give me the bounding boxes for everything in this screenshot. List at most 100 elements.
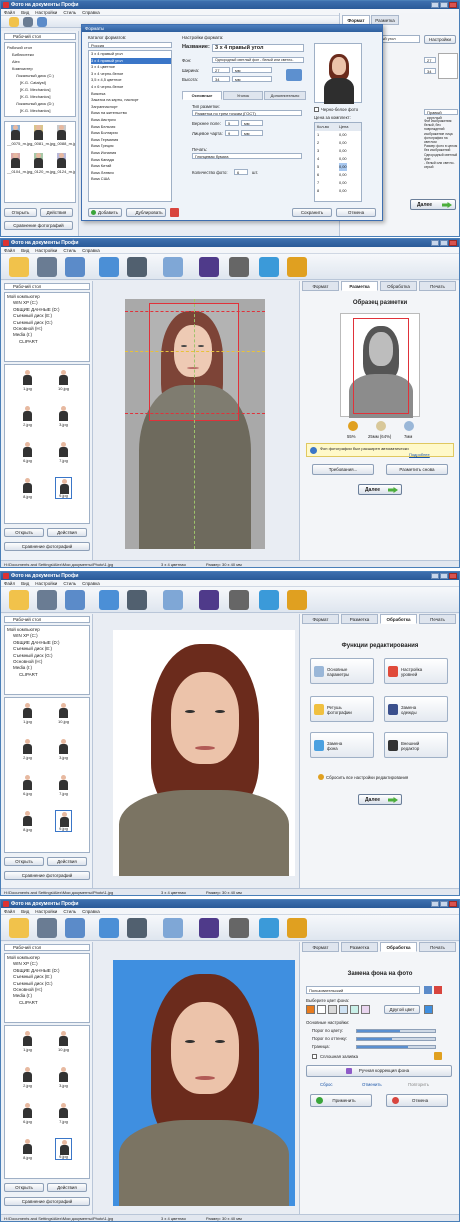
color-swatch-lilac[interactable] (361, 1005, 370, 1014)
tab-markup[interactable]: Разметка (341, 614, 378, 624)
format-item[interactable]: Виза Бельгия (91, 124, 171, 131)
cancel-button[interactable]: Отмена (336, 208, 376, 217)
thumbnail[interactable]: 1.jpg (19, 369, 36, 391)
tab-format[interactable]: Формат (302, 942, 339, 952)
thumbnail[interactable]: 6.jpg (19, 441, 36, 463)
screen-icon[interactable] (163, 257, 183, 277)
price-row[interactable]: 2 0,00 (315, 139, 361, 147)
tree-node[interactable]: [K.G. Catalyst] (7, 79, 73, 86)
next-button[interactable]: Далее (358, 484, 402, 495)
tab-processing[interactable]: Обработка (380, 281, 417, 291)
cart-icon[interactable] (287, 918, 307, 938)
thumbnail[interactable]: 2.jpg (19, 1066, 36, 1088)
format-item[interactable]: Виза Латвия (91, 170, 171, 177)
menu-settings[interactable]: Настройки (35, 10, 57, 15)
actions-button[interactable]: Действия (40, 208, 73, 217)
name-field[interactable]: 3 x 4 правый угол (212, 44, 304, 52)
tree-node[interactable]: [K.G. Mechanics] (7, 107, 73, 114)
thumbnail[interactable]: 2.jpg (19, 405, 36, 427)
left-margin-field[interactable]: 9 (225, 130, 239, 136)
maximize-button[interactable] (440, 901, 448, 907)
film-icon[interactable] (229, 590, 249, 610)
tree-node[interactable]: CLIPART (7, 1000, 87, 1006)
next-button[interactable]: Далее (410, 199, 456, 210)
tab-markup[interactable]: Разметка (341, 942, 378, 952)
reset-link[interactable]: Сброс (320, 1082, 333, 1087)
color-swatch-mint[interactable] (350, 1005, 359, 1014)
tab-print[interactable]: Печать (419, 614, 456, 624)
thumbnail-selected[interactable]: 9.jpg (55, 477, 72, 499)
next-button[interactable]: Далее (358, 794, 402, 805)
open-button[interactable]: Открыть (4, 1183, 44, 1192)
background-button[interactable]: Замена фона (310, 732, 374, 758)
export-icon[interactable] (259, 257, 279, 277)
menu-file[interactable]: Файл (4, 581, 15, 586)
format-item[interactable]: Виза Австрия (91, 117, 171, 124)
desc-field[interactable]: Однородный светлый фон - белый или светл… (212, 57, 304, 63)
menu-style[interactable]: Стиль (63, 581, 76, 586)
thumbnail[interactable]: 3.jpg (55, 738, 72, 760)
manual-correction-button[interactable]: Ручная коррекция фона (306, 1065, 452, 1077)
menu-view[interactable]: Вид (21, 248, 29, 253)
folder-select[interactable]: Рабочий стол (4, 33, 76, 40)
other-color-button[interactable]: Другой цвет (384, 1005, 420, 1014)
external-editor-button[interactable]: Внешний редактор (384, 732, 448, 758)
tree-node[interactable]: Компьютер (7, 65, 73, 72)
thumbnail[interactable]: 7.jpg (55, 441, 72, 463)
menu-view[interactable]: Вид (21, 909, 29, 914)
levels-button[interactable]: Настройка уровней (384, 658, 448, 684)
open-folder-icon[interactable] (9, 17, 19, 27)
save-icon[interactable] (37, 257, 57, 277)
right-corner-select[interactable]: Правый круглый (424, 109, 458, 120)
bw-checkbox[interactable] (314, 107, 319, 112)
menu-style[interactable]: Стиль (63, 10, 76, 15)
maximize-button[interactable] (440, 573, 448, 579)
open-button[interactable]: Открыть (4, 208, 37, 217)
height-field[interactable]: 34 (212, 76, 230, 82)
compare-button[interactable]: Сравнение фотографий (4, 1197, 90, 1206)
tree-node[interactable]: CLIPART (7, 672, 87, 678)
format-item[interactable]: 3 x 4 правый угол (91, 51, 171, 58)
format-item[interactable]: Виза на жительство (91, 110, 171, 117)
fill-checkbox[interactable] (312, 1054, 317, 1059)
menu-style[interactable]: Стиль (63, 909, 76, 914)
thumbnail[interactable]: 10.jpg (55, 1030, 72, 1052)
save-icon[interactable] (23, 17, 33, 27)
menu-file[interactable]: Файл (4, 10, 15, 15)
price-row[interactable]: 1 0,00 (315, 131, 361, 139)
menu-help[interactable]: Справка (82, 581, 100, 586)
print-select[interactable]: Глянцевая бумага (192, 153, 302, 159)
screen-icon[interactable] (163, 590, 183, 610)
left-margin-unit[interactable]: мм (241, 130, 263, 136)
close-button[interactable] (449, 901, 457, 907)
redo-markup-button[interactable]: Разметить снова (386, 464, 448, 475)
camera-icon[interactable] (127, 590, 147, 610)
thumbnail[interactable]: __0120_m.jpg (30, 152, 55, 174)
price-row[interactable]: 7 0,00 (315, 179, 361, 187)
tree-node[interactable]: Локальный диск (C:) (7, 72, 73, 79)
format-item[interactable]: 3 x 4 цветное (91, 64, 171, 71)
price-row[interactable]: 8 0,00 (315, 187, 361, 195)
format-item[interactable]: Виза Китай (91, 163, 171, 170)
menu-style[interactable]: Стиль (63, 248, 76, 253)
tree-node[interactable]: [K.G. Mechanics] (7, 93, 73, 100)
price-row[interactable]: 4 0,00 (315, 155, 361, 163)
thumbnail[interactable]: 8.jpg (19, 810, 36, 832)
format-item[interactable]: 3 x 4 черно-белое (91, 71, 171, 78)
thumbnail[interactable]: 10.jpg (55, 369, 72, 391)
basic-params-button[interactable]: Основные параметры (310, 658, 374, 684)
camera-icon[interactable] (127, 918, 147, 938)
tab-extra[interactable]: Дополнительно (264, 91, 306, 100)
menu-settings[interactable]: Настройки (35, 248, 57, 253)
thumbnail[interactable]: 6.jpg (19, 1102, 36, 1124)
minimize-button[interactable] (431, 240, 439, 246)
film-icon[interactable] (229, 918, 249, 938)
save-button[interactable]: Сохранить (292, 208, 332, 217)
bg-preset-select[interactable]: Пользовательский (306, 986, 420, 994)
height-unit[interactable]: мм (232, 76, 272, 82)
minimize-button[interactable] (431, 2, 439, 8)
settings-button[interactable]: Настройки (424, 35, 456, 44)
thumbnail[interactable]: 8.jpg (19, 1138, 36, 1160)
reset-link[interactable]: Сбросить все настройки редактирования (326, 775, 408, 780)
menu-view[interactable]: Вид (21, 10, 29, 15)
